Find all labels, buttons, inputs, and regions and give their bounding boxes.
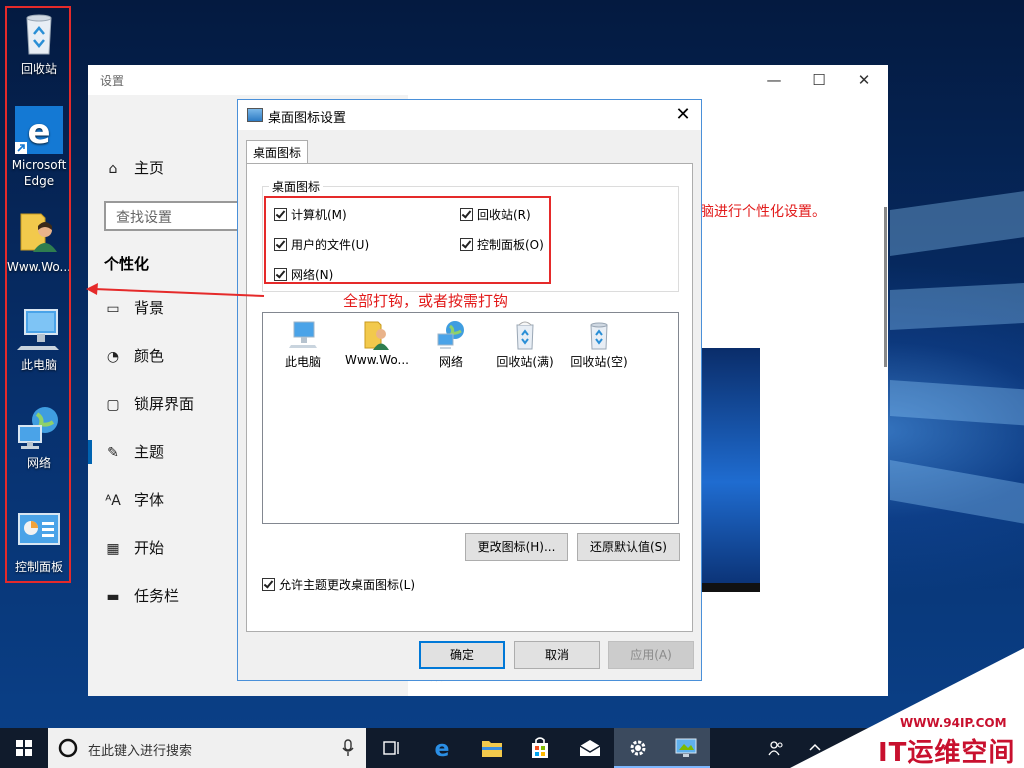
wallpaper-light-beam [890,282,1024,330]
checkbox-checked-icon [262,578,275,591]
taskbar-search-box[interactable]: 在此键入进行搜索 [48,728,366,768]
edge-icon: e [435,737,450,759]
nav-item-label: 开始 [134,539,165,557]
nav-item-home[interactable]: ⌂ 主页 [102,154,164,182]
font-icon: ᴬA [105,493,121,509]
desktop-settings-icon [247,108,263,122]
nav-item-label: 锁屏界面 [134,395,195,413]
windows-logo-icon [16,740,32,756]
wallpaper-light-beam [890,191,1024,256]
checkbox-allow-theme-change[interactable]: 允许主题更改桌面图标(L) [262,576,415,593]
store-bag-icon [532,737,548,758]
desktop-icon-list[interactable]: 此电脑 Www.Wo... 网络 回收站(满) 回收站(空) [262,312,679,524]
settings-scrollbar[interactable] [884,207,887,367]
mail-icon [579,740,601,756]
search-placeholder: 查找设置 [116,210,172,226]
recycle-bin-empty-icon [590,322,608,350]
watermark-url: WWW.94IP.COM [900,716,1007,730]
desktop-icon-settings-dialog: 桌面图标设置 ✕ 桌面图标 桌面图标 计算机(M) 回收站(R) 用户的文件(U… [237,99,702,681]
wallpaper-light-beam [890,380,1024,426]
section-heading: 个性化 [104,255,150,273]
taskbar-desktop-icon-settings[interactable] [662,728,710,768]
microphone-icon[interactable] [342,739,354,757]
gear-icon [630,740,646,756]
list-item[interactable]: 此电脑 [266,319,340,370]
checkbox-label: 允许主题更改桌面图标(L) [279,578,416,592]
restore-default-button[interactable]: 还原默认值(S) [577,533,680,561]
cancel-button[interactable]: 取消 [514,641,600,669]
list-item[interactable]: 回收站(满) [488,319,562,370]
task-view-button[interactable] [368,728,416,768]
palette-icon: ◔ [106,349,120,365]
nav-home-label: 主页 [134,159,165,177]
nav-item-label: 背景 [134,299,165,317]
dialog-titlebar[interactable]: 桌面图标设置 ✕ [238,100,701,130]
user-folder-icon [364,321,389,350]
close-button[interactable]: ✕ [844,69,884,91]
apply-button[interactable]: 应用(A) [608,641,694,669]
change-icon-button[interactable]: 更改图标(H)... [465,533,568,561]
list-item-label: 此电脑 [284,355,321,369]
theme-preview-image [701,348,760,592]
lockscreen-icon: ▢ [106,397,120,413]
task-view-icon [383,741,399,755]
home-icon: ⌂ [108,161,118,177]
cortana-circle-icon [58,738,78,758]
nav-item-start[interactable]: ▦ 开始 [102,534,164,562]
watermark-brand: IT运维空间 [878,738,1016,768]
nav-item-label: 任务栏 [134,587,180,605]
folder-icon [482,741,502,757]
list-item-label: Www.Wo... [345,353,409,367]
start-icon: ▦ [106,541,120,557]
people-button[interactable] [760,728,792,768]
taskbar-file-explorer[interactable] [468,728,516,768]
annotation-arrow [86,283,265,297]
taskbar-store[interactable] [516,728,564,768]
network-globe-icon [437,321,464,349]
preview-taskbar [701,583,760,592]
display-settings-icon [675,738,697,757]
theme-icon: ✎ [107,445,119,461]
nav-item-colors[interactable]: ◔ 颜色 [102,342,164,370]
start-button[interactable] [0,728,48,768]
taskbar-icon: ▬ [106,589,120,605]
list-item-label: 回收站(空) [570,355,628,369]
list-item[interactable]: 网络 [414,319,488,370]
maximize-button[interactable]: ☐ [799,69,839,91]
nav-active-indicator [88,440,92,464]
list-item[interactable]: Www.Wo... [340,319,414,367]
taskbar-search-placeholder: 在此键入进行搜索 [88,744,193,759]
list-item-label: 网络 [438,355,463,369]
minimize-button[interactable]: — [754,69,794,91]
checkbox-highlight-frame [264,196,551,284]
nav-item-themes[interactable]: ✎ 主题 [102,438,164,466]
svg-text:e: e [435,737,450,759]
tab-desktop-icons[interactable]: 桌面图标 [246,140,308,164]
computer-icon [289,321,317,348]
list-item-label: 回收站(满) [496,355,554,369]
taskbar-edge[interactable]: e [418,728,466,768]
group-legend: 桌面图标 [269,178,324,195]
nav-item-taskbar[interactable]: ▬ 任务栏 [102,582,179,610]
people-icon [768,741,783,756]
taskbar-settings[interactable] [614,728,662,768]
ok-button[interactable]: 确定 [419,641,505,669]
dialog-close-button[interactable]: ✕ [671,103,695,127]
settings-title: 设置 [100,74,125,88]
nav-item-label: 字体 [134,491,165,509]
site-watermark: WWW.94IP.COM IT运维空间 [790,648,1024,768]
wallpaper-light-beam [890,460,1024,524]
desktop-icons-highlight-frame [5,6,71,583]
nav-item-label: 颜色 [134,347,165,365]
content-description: 脑进行个性化设置。 [700,204,826,220]
recycle-bin-full-icon [516,321,534,350]
dialog-title: 桌面图标设置 [268,111,347,126]
nav-item-lockscreen[interactable]: ▢ 锁屏界面 [102,390,194,418]
settings-titlebar[interactable]: 设置 — ☐ ✕ [88,65,888,95]
annotation-text: 全部打钩，或者按需打钩 [343,292,509,310]
nav-item-fonts[interactable]: ᴬA 字体 [102,486,164,514]
list-item[interactable]: 回收站(空) [562,319,636,370]
taskbar-mail[interactable] [566,728,614,768]
nav-item-label: 主题 [134,443,165,461]
